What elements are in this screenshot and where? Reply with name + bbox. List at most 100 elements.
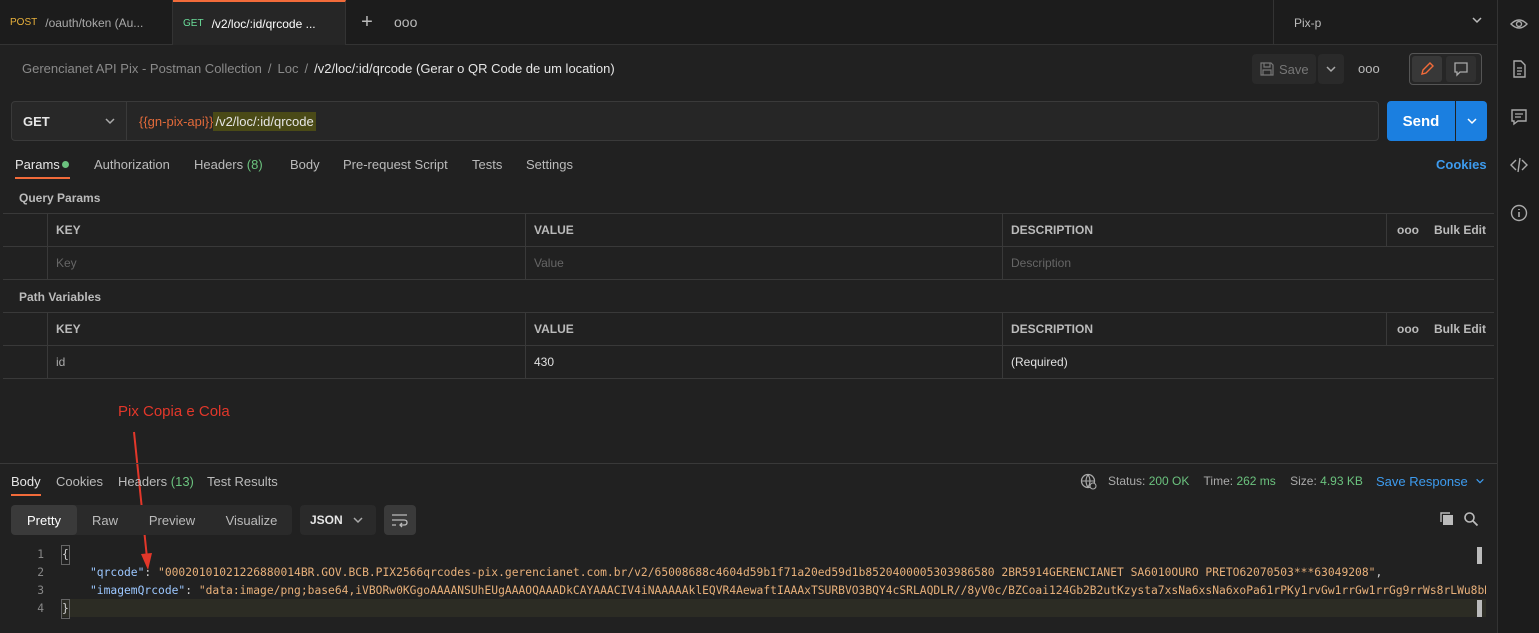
- view-pretty[interactable]: Pretty: [11, 505, 77, 535]
- path-variables-table: KEY VALUE DESCRIPTION ooo Bulk Edit id 4…: [3, 312, 1494, 379]
- breadcrumb-separator: /: [304, 61, 309, 76]
- chevron-down-icon: [1472, 17, 1482, 24]
- format-select[interactable]: JSON: [300, 505, 376, 535]
- view-preview[interactable]: Preview: [133, 505, 211, 535]
- eye-icon[interactable]: [1509, 14, 1529, 34]
- tab-params[interactable]: Params: [15, 157, 60, 173]
- size-label: Size:: [1290, 474, 1317, 488]
- environment-label: Pix-p: [1294, 15, 1322, 30]
- code-line: 3 "imagemQrcode": "data:image/png;base64…: [0, 582, 1486, 600]
- scrollbar-thumb[interactable]: [1477, 600, 1482, 617]
- status-label: Status:: [1108, 474, 1146, 488]
- url-path: /v2/loc/:id/qrcode: [213, 111, 316, 131]
- format-label: JSON: [310, 513, 343, 527]
- response-body-editor[interactable]: 1 { 2 "qrcode": "00020101021226880014BR.…: [0, 545, 1486, 625]
- chevron-down-icon: [1467, 118, 1477, 125]
- send-button[interactable]: Send: [1387, 101, 1455, 141]
- response-status-bar: Status: 200 OK Time: 262 ms Size: 4.93 K…: [1108, 474, 1374, 488]
- tab-method: POST: [10, 17, 38, 28]
- globe-icon[interactable]: [1080, 473, 1098, 491]
- tab-authorization[interactable]: Authorization: [94, 157, 170, 173]
- save-button[interactable]: Save: [1252, 54, 1316, 84]
- view-raw[interactable]: Raw: [77, 505, 133, 535]
- comments-mode-button[interactable]: [1446, 56, 1476, 82]
- column-key: KEY: [47, 214, 525, 246]
- send-dropdown-button[interactable]: [1456, 101, 1487, 141]
- code-icon[interactable]: [1509, 155, 1529, 175]
- column-value: VALUE: [525, 214, 1002, 246]
- save-dropdown-button[interactable]: [1318, 54, 1344, 84]
- breadcrumb-folder[interactable]: Loc: [278, 61, 299, 76]
- environment-selector[interactable]: Pix-p: [1273, 0, 1497, 45]
- response-headers-label: Headers: [118, 474, 168, 489]
- value-input[interactable]: Value: [525, 247, 1002, 279]
- breadcrumb-separator: /: [267, 61, 272, 76]
- line-number: 1: [37, 548, 44, 561]
- tab-body[interactable]: Body: [290, 157, 320, 173]
- method-label: GET: [23, 113, 50, 129]
- edit-mode-button[interactable]: [1412, 56, 1442, 82]
- description-input[interactable]: (Required): [1002, 346, 1494, 378]
- cookies-link[interactable]: Cookies: [1436, 157, 1487, 172]
- chevron-down-icon: [1476, 478, 1485, 484]
- tab-more-button[interactable]: ooo: [394, 12, 417, 32]
- save-icon: [1260, 62, 1274, 76]
- column-more-button[interactable]: ooo: [1386, 214, 1424, 246]
- table-row: id 430 (Required): [3, 346, 1494, 379]
- value-input[interactable]: 430: [525, 346, 1002, 378]
- info-icon[interactable]: [1509, 203, 1529, 223]
- search-icon[interactable]: [1463, 511, 1479, 527]
- response-tab-headers[interactable]: Headers (13): [118, 474, 194, 489]
- path-variables-title: Path Variables: [19, 290, 102, 304]
- copy-icon[interactable]: [1439, 511, 1455, 527]
- json-brace: {: [61, 545, 70, 565]
- tab-tests[interactable]: Tests: [472, 157, 502, 173]
- more-actions-button[interactable]: ooo: [1358, 61, 1380, 76]
- url-input[interactable]: {{gn-pix-api}}/v2/loc/:id/qrcode: [126, 101, 1379, 141]
- breadcrumb-collection[interactable]: Gerencianet API Pix - Postman Collection: [22, 61, 262, 76]
- tab-headers[interactable]: Headers (8): [194, 157, 263, 173]
- save-response-button[interactable]: Save Response: [1376, 474, 1485, 489]
- response-tab-body[interactable]: Body: [11, 474, 41, 489]
- code-line: 1 {: [0, 545, 1486, 565]
- table-row: Key Value Description: [3, 247, 1494, 280]
- save-label: Save: [1279, 61, 1309, 77]
- request-tab-oauth-token[interactable]: POST /oauth/token (Au...: [0, 0, 173, 45]
- right-sidebar: [1497, 0, 1539, 633]
- annotation-label: Pix Copia e Cola: [118, 403, 230, 420]
- json-key: "imagemQrcode": [90, 584, 186, 597]
- tab-prerequest-script[interactable]: Pre-request Script: [343, 157, 448, 173]
- headers-count: (8): [246, 157, 263, 172]
- key-cell[interactable]: id: [47, 346, 525, 378]
- key-input[interactable]: Key: [47, 247, 525, 279]
- comment-icon[interactable]: [1509, 107, 1529, 127]
- line-number: 3: [37, 584, 44, 597]
- response-view-tabs: Pretty Raw Preview Visualize: [11, 505, 292, 535]
- status-code: 200 OK: [1148, 474, 1190, 488]
- request-tab-qrcode[interactable]: GET /v2/loc/:id/qrcode ...: [173, 0, 346, 45]
- wrap-lines-button[interactable]: [384, 505, 416, 535]
- bulk-edit-button[interactable]: Bulk Edit: [1425, 214, 1494, 246]
- active-tab-underline: [15, 177, 70, 179]
- tab-headers-label: Headers: [194, 157, 244, 172]
- params-active-indicator: [62, 161, 69, 168]
- column-more-button[interactable]: ooo: [1386, 313, 1424, 345]
- bulk-edit-button[interactable]: Bulk Edit: [1425, 313, 1494, 345]
- chevron-down-icon: [1326, 66, 1336, 73]
- response-tab-cookies[interactable]: Cookies: [56, 474, 103, 489]
- method-select[interactable]: GET: [11, 101, 127, 141]
- tab-label: /v2/loc/:id/qrcode ...: [211, 16, 316, 31]
- code-line: 4 }: [0, 599, 1486, 619]
- document-icon[interactable]: [1509, 59, 1529, 79]
- response-tab-test-results[interactable]: Test Results: [207, 474, 278, 489]
- tab-settings[interactable]: Settings: [526, 157, 573, 173]
- response-time: 262 ms: [1236, 474, 1276, 488]
- vertical-scrollbar[interactable]: [1477, 547, 1482, 564]
- new-tab-button[interactable]: +: [357, 12, 377, 32]
- description-input[interactable]: Description: [1002, 247, 1494, 279]
- view-visualize[interactable]: Visualize: [211, 505, 292, 535]
- table-header-row: KEY VALUE DESCRIPTION ooo Bulk Edit: [3, 313, 1494, 346]
- tab-method: GET: [183, 18, 204, 29]
- active-tab-underline: [11, 494, 41, 496]
- line-number: 2: [37, 566, 44, 579]
